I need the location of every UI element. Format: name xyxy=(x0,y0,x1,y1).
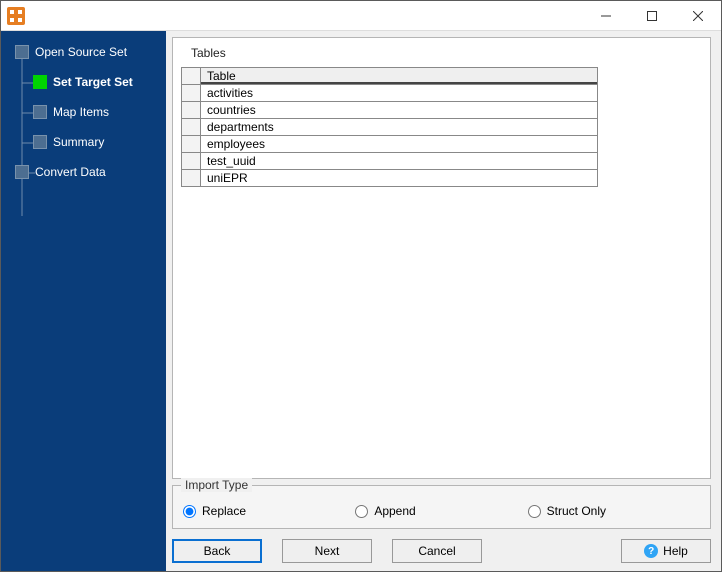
table-cell[interactable]: activities xyxy=(200,84,598,102)
import-type-structonly[interactable]: Struct Only xyxy=(528,504,700,518)
help-button-label: Help xyxy=(663,544,688,558)
import-type-replace[interactable]: Replace xyxy=(183,504,355,518)
import-type-group: Import Type ReplaceAppendStruct Only xyxy=(172,485,711,529)
wizard-main-panel: Tables Table activitiescountriesdepartme… xyxy=(166,31,721,571)
cancel-button-label: Cancel xyxy=(418,544,455,558)
back-button-label: Back xyxy=(204,544,231,558)
next-button-label: Next xyxy=(315,544,340,558)
import-type-append[interactable]: Append xyxy=(355,504,527,518)
minimize-button[interactable] xyxy=(583,1,629,31)
import-type-label: Append xyxy=(374,504,415,518)
row-header[interactable] xyxy=(181,152,201,170)
wizard-window: Open Source Set Set Target Set Map Items Su… xyxy=(0,0,722,572)
table-cell[interactable]: departments xyxy=(200,118,598,136)
step-indicator-icon xyxy=(33,75,47,89)
import-type-radio-append[interactable] xyxy=(355,505,368,518)
wizard-step-map-items[interactable]: Map Items xyxy=(1,101,166,123)
titlebar xyxy=(1,1,721,31)
step-indicator-icon xyxy=(33,105,47,119)
wizard-step-convert-data[interactable]: Convert Data xyxy=(1,161,166,183)
row-header[interactable] xyxy=(181,101,201,119)
wizard-step-summary[interactable]: Summary xyxy=(1,131,166,153)
table-row[interactable]: test_uuid xyxy=(181,153,598,170)
wizard-step-label: Convert Data xyxy=(35,165,106,179)
table-row[interactable]: departments xyxy=(181,119,598,136)
grid-column-header[interactable]: Table xyxy=(200,67,598,85)
grid-corner xyxy=(181,67,201,85)
step-indicator-icon xyxy=(15,45,29,59)
step-indicator-icon xyxy=(15,165,29,179)
table-row[interactable]: uniEPR xyxy=(181,170,598,187)
wizard-step-label: Open Source Set xyxy=(35,45,127,59)
table-cell[interactable]: test_uuid xyxy=(200,152,598,170)
wizard-button-bar: Back Next Cancel ? Help xyxy=(172,539,711,563)
next-button[interactable]: Next xyxy=(282,539,372,563)
tables-grid[interactable]: Table activitiescountriesdepartmentsempl… xyxy=(181,68,598,187)
wizard-step-open-source-set[interactable]: Open Source Set xyxy=(1,41,166,63)
wizard-step-label: Set Target Set xyxy=(53,75,133,89)
maximize-button[interactable] xyxy=(629,1,675,31)
close-button[interactable] xyxy=(675,1,721,31)
wizard-step-set-target-set[interactable]: Set Target Set xyxy=(1,71,166,93)
import-type-label: Struct Only xyxy=(547,504,606,518)
tables-panel: Tables Table activitiescountriesdepartme… xyxy=(172,37,711,479)
row-header[interactable] xyxy=(181,84,201,102)
wizard-step-label: Summary xyxy=(53,135,104,149)
import-type-radio-structonly[interactable] xyxy=(528,505,541,518)
wizard-step-label: Map Items xyxy=(53,105,109,119)
tables-label: Tables xyxy=(191,46,698,60)
table-cell[interactable]: employees xyxy=(200,135,598,153)
cancel-button[interactable]: Cancel xyxy=(392,539,482,563)
help-button[interactable]: ? Help xyxy=(621,539,711,563)
wizard-steps-sidebar: Open Source Set Set Target Set Map Items Su… xyxy=(1,31,166,571)
import-type-radio-replace[interactable] xyxy=(183,505,196,518)
app-icon xyxy=(7,7,25,25)
table-cell[interactable]: countries xyxy=(200,101,598,119)
row-header[interactable] xyxy=(181,135,201,153)
table-row[interactable]: employees xyxy=(181,136,598,153)
row-header[interactable] xyxy=(181,169,201,187)
back-button[interactable]: Back xyxy=(172,539,262,563)
row-header[interactable] xyxy=(181,118,201,136)
import-type-legend: Import Type xyxy=(181,478,252,492)
table-row[interactable]: activities xyxy=(181,85,598,102)
import-type-label: Replace xyxy=(202,504,246,518)
table-row[interactable]: countries xyxy=(181,102,598,119)
step-indicator-icon xyxy=(33,135,47,149)
table-cell[interactable]: uniEPR xyxy=(200,169,598,187)
help-icon: ? xyxy=(644,544,658,558)
